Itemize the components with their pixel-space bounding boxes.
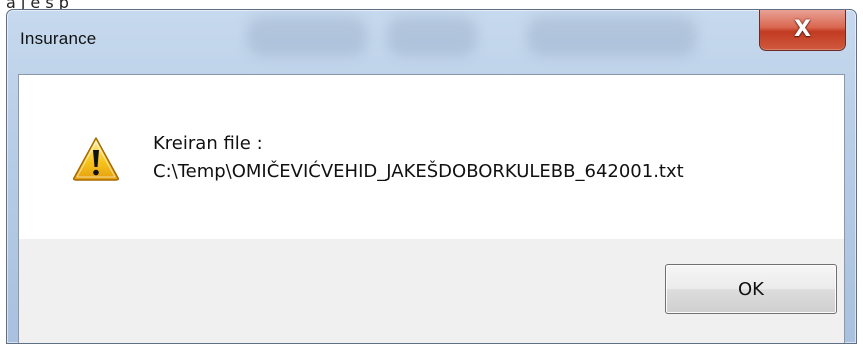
glass-reflection [387, 16, 477, 56]
glass-reflection [247, 16, 367, 56]
ok-button[interactable]: OK [665, 264, 837, 314]
dialog-client-area: Kreiran file : C:\Temp\OMIČEVIĆVEHID_JAK… [18, 74, 845, 343]
warning-icon [73, 137, 119, 181]
message-text: Kreiran file : C:\Temp\OMIČEVIĆVEHID_JAK… [153, 130, 684, 186]
message-area: Kreiran file : C:\Temp\OMIČEVIĆVEHID_JAK… [19, 75, 844, 239]
close-icon: X [794, 16, 811, 42]
message-line-1: Kreiran file : [153, 133, 263, 154]
dialog-window: Insurance X Kreiran file : C:\Temp\OMIČE… [6, 9, 857, 344]
close-button[interactable]: X [759, 10, 846, 51]
button-area: OK [19, 239, 844, 343]
glass-reflection [527, 16, 697, 56]
dialog-title: Insurance [20, 29, 97, 48]
message-line-2: C:\Temp\OMIČEVIĆVEHID_JAKEŠDOBORKULEBB_6… [153, 161, 684, 182]
